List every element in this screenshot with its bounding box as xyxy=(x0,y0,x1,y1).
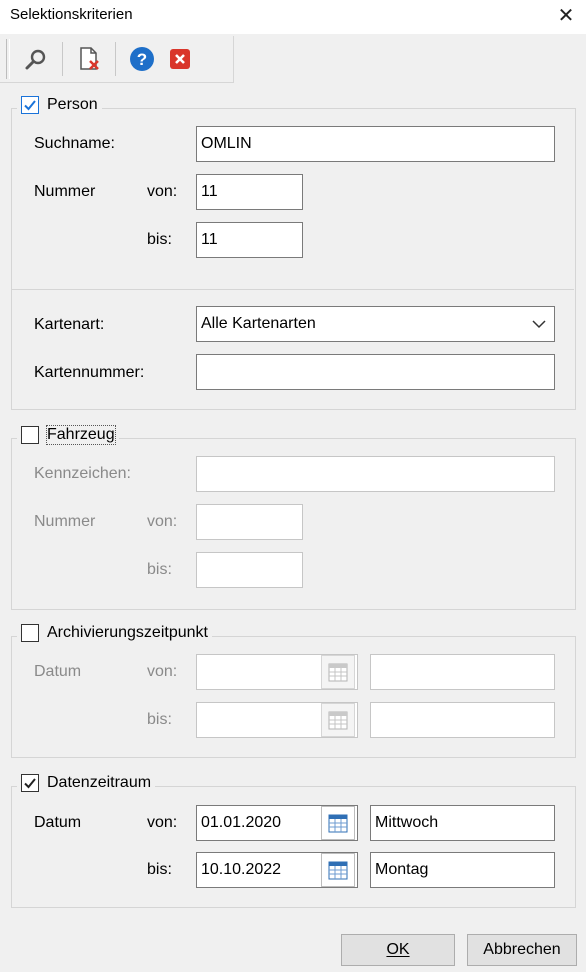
toolbar-grip[interactable] xyxy=(6,39,10,79)
help-icon[interactable]: ? xyxy=(126,42,158,76)
search-icon[interactable] xyxy=(20,42,52,76)
cancel-button-label: Abbrechen xyxy=(483,941,561,958)
person-nummer-label: Nummer xyxy=(34,183,96,200)
kartennummer-label: Kartennummer: xyxy=(34,364,145,381)
archivierung-von-day-field xyxy=(370,654,555,690)
datenzeitraum-bis-label: bis: xyxy=(147,861,172,878)
calendar-icon[interactable] xyxy=(321,806,355,840)
fahrzeug-checkbox[interactable] xyxy=(21,426,39,444)
cancel-icon[interactable] xyxy=(164,42,196,76)
kartenart-dropdown[interactable]: Alle Kartenarten xyxy=(196,306,555,342)
archivierung-checkbox[interactable] xyxy=(21,624,39,642)
calendar-icon[interactable] xyxy=(321,655,355,689)
kartennummer-input[interactable] xyxy=(196,354,555,390)
toolbar-separator xyxy=(62,42,63,76)
fahrzeug-nummer-label: Nummer xyxy=(34,513,96,530)
person-nummer-von-input[interactable]: 11 xyxy=(196,174,303,210)
toolbar: ? xyxy=(0,36,234,83)
archivierung-legend: Archivierungszeitpunkt xyxy=(17,624,212,642)
chevron-down-icon xyxy=(532,320,546,329)
fahrzeug-legend: Fahrzeug xyxy=(17,425,119,445)
datenzeitraum-von-day-field: Mittwoch xyxy=(370,805,555,841)
fahrzeug-nummer-von-input[interactable] xyxy=(196,504,303,540)
fahrzeug-nummer-bis-input[interactable] xyxy=(196,552,303,588)
window-title: Selektionskriterien xyxy=(10,6,133,23)
datenzeitraum-checkbox[interactable] xyxy=(21,774,39,792)
datenzeitraum-legend: Datenzeitraum xyxy=(17,774,156,792)
archivierung-von-label: von: xyxy=(147,663,178,680)
archivierung-bis-day-field xyxy=(370,702,555,738)
calendar-icon[interactable] xyxy=(321,703,355,737)
person-nummer-bis-input[interactable]: 11 xyxy=(196,222,303,258)
person-divider xyxy=(12,289,574,290)
archivierung-datum-label: Datum xyxy=(34,663,82,680)
clear-filter-icon[interactable] xyxy=(73,42,105,76)
fahrzeug-nummer-bis-label: bis: xyxy=(147,561,172,578)
svg-text:?: ? xyxy=(137,50,147,69)
datenzeitraum-bis-day-field: Montag xyxy=(370,852,555,888)
person-legend-label: Person xyxy=(47,96,98,113)
close-icon[interactable]: ✕ xyxy=(551,2,581,30)
datenzeitraum-legend-label: Datenzeitraum xyxy=(47,774,152,791)
datenzeitraum-datum-label: Datum xyxy=(34,814,82,831)
fahrzeug-nummer-von-label: von: xyxy=(147,513,178,530)
suchname-input[interactable]: OMLIN xyxy=(196,126,555,162)
suchname-label: Suchname: xyxy=(34,135,115,152)
datenzeitraum-von-label: von: xyxy=(147,814,178,831)
calendar-icon[interactable] xyxy=(321,853,355,887)
ok-button-label: OK xyxy=(386,941,410,958)
kartenart-selected-value: Alle Kartenarten xyxy=(201,315,316,332)
kennzeichen-label: Kennzeichen: xyxy=(34,465,131,482)
person-nummer-bis-label: bis: xyxy=(147,231,172,248)
ok-button[interactable]: OK xyxy=(341,934,455,966)
person-checkbox[interactable] xyxy=(21,96,39,114)
fahrzeug-legend-label: Fahrzeug xyxy=(46,425,116,445)
cancel-button[interactable]: Abbrechen xyxy=(467,934,577,966)
kartenart-label: Kartenart: xyxy=(34,316,105,333)
kennzeichen-input[interactable] xyxy=(196,456,555,492)
toolbar-separator xyxy=(115,42,116,76)
archivierung-bis-label: bis: xyxy=(147,711,172,728)
archivierung-legend-label: Archivierungszeitpunkt xyxy=(47,624,208,641)
person-nummer-von-label: von: xyxy=(147,183,178,200)
person-legend: Person xyxy=(17,96,102,114)
